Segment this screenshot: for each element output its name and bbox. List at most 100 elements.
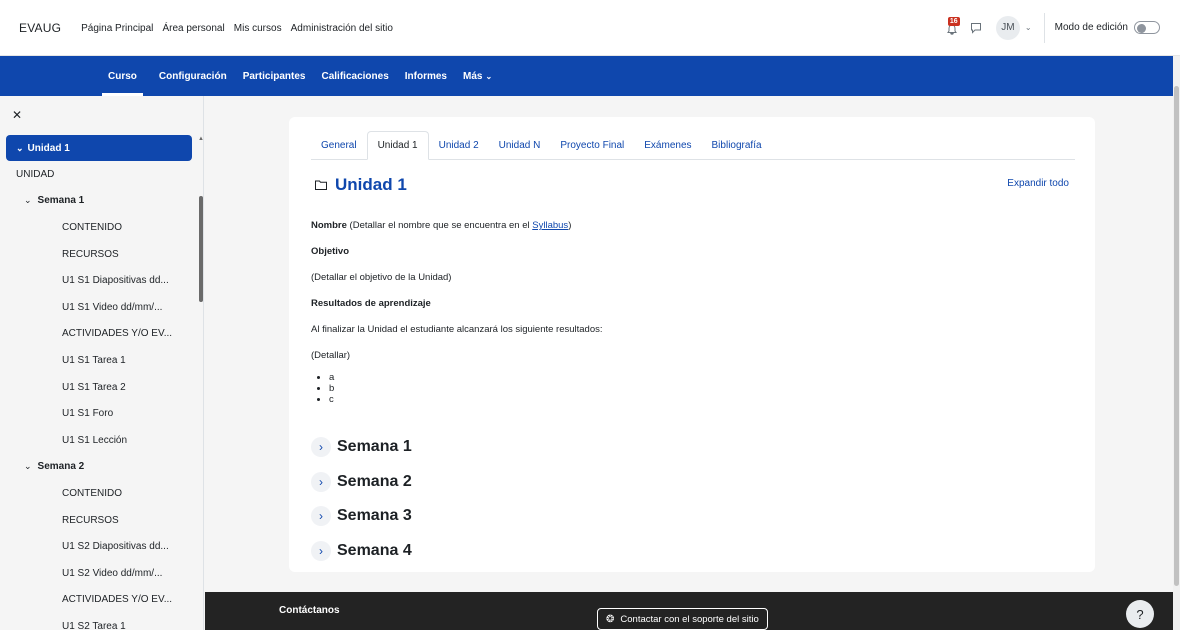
list-item: a [329,372,1071,383]
course-index-item[interactable]: U1 S1 Foro [6,400,192,427]
page-title: Unidad 1 [335,175,407,194]
help-button[interactable]: ? [1126,600,1154,628]
resultados-heading: Resultados de aprendizaje [311,298,1071,310]
user-tools: 16 JM ⌄ Modo de edición [946,12,1160,43]
primary-navigation: Página Principal Área personal Mis curso… [81,22,399,34]
divider [1043,12,1045,43]
drawer-scrollbar[interactable] [199,196,203,302]
nav-home-link[interactable]: Página Principal [81,23,153,34]
folder-icon [315,180,327,190]
course-index-week[interactable]: ⌄ Semana 2 [6,454,192,481]
course-index-item[interactable]: U1 S1 Video dd/mm/... [6,294,192,321]
nav-site-admin-link[interactable]: Administración del sitio [291,23,393,34]
chevron-down-icon[interactable]: ⌄ [1025,23,1032,32]
course-index-item[interactable]: U1 S1 Diapositivas dd... [6,267,192,294]
course-secondary-nav: Curso Configuración Participantes Califi… [0,56,1173,96]
course-index-item[interactable]: RECURSOS [6,241,192,268]
course-index-item[interactable]: U1 S2 Tarea 1 [6,613,192,630]
chevron-down-icon: ⌄ [485,71,493,81]
chevron-right-icon[interactable]: › [311,540,331,561]
chevron-right-icon[interactable]: › [311,437,331,458]
week-title: Semana 2 [37,461,85,473]
resultados-label: Resultados de aprendizaje [311,298,431,309]
site-brand[interactable]: EVAUG [19,21,61,35]
top-navbar: EVAUG Página Principal Área personal Mis… [0,0,1180,56]
tab-unidad-n[interactable]: Unidad N [489,131,551,160]
tab-examenes[interactable]: Exámenes [634,131,701,160]
footer-contact-title: Contáctanos [279,605,340,616]
course-index-item[interactable]: UNIDAD [6,161,192,188]
nombre-text: (Detallar el nombre que se encuentra en … [346,220,533,231]
tab-more[interactable]: Más ⌄ [463,56,492,96]
tab-settings[interactable]: Configuración [159,56,227,96]
week-title: Semana 1 [37,195,85,207]
more-label: Más [463,70,483,82]
course-index-unit-active[interactable]: ⌄ Unidad 1 [6,135,192,161]
course-index-list: ⌄ Unidad 1 UNIDAD ⌄ Semana 1 CONTENIDO R… [6,135,192,630]
lifebuoy-icon: ❂ [606,613,615,625]
chevron-down-icon: ⌄ [24,195,32,206]
section-heading: Unidad 1 [315,175,407,195]
notification-count-badge: 16 [947,16,960,26]
course-index-item[interactable]: ACTIVIDADES Y/O EV... [6,587,192,614]
course-index-week[interactable]: ⌄ Semana 1 [6,188,192,215]
tab-general[interactable]: General [311,131,367,160]
tab-proyecto-final[interactable]: Proyecto Final [550,131,634,160]
user-avatar[interactable]: JM [995,15,1020,40]
course-index-item[interactable]: CONTENIDO [6,214,192,241]
edit-mode-toggle[interactable] [1134,21,1160,34]
week-section-toggle[interactable]: › Semana 1 [311,430,412,465]
course-index-item[interactable]: RECURSOS [6,507,192,534]
scroll-up-icon[interactable]: ▲ [198,136,203,142]
tab-participants[interactable]: Participantes [243,56,306,96]
nombre-close: ) [568,220,572,231]
chevron-right-icon[interactable]: › [311,471,331,492]
nav-my-courses-link[interactable]: Mis cursos [234,23,282,34]
objetivo-label: Objetivo [311,246,350,257]
course-index-item[interactable]: U1 S1 Tarea 1 [6,347,192,374]
nav-personal-area-link[interactable]: Área personal [162,23,224,34]
notifications-button[interactable]: 16 [946,16,962,36]
page-scrollbar[interactable] [1173,56,1180,630]
section-tabs: General Unidad 1 Unidad 2 Unidad N Proye… [311,131,1075,160]
course-index-item[interactable]: ACTIVIDADES Y/O EV... [6,321,192,348]
outcomes-list: a b c [329,372,1071,405]
tab-unidad-2[interactable]: Unidad 2 [429,131,489,160]
messages-icon[interactable] [970,22,982,34]
close-icon[interactable]: ✕ [12,108,22,122]
tab-grades[interactable]: Calificaciones [322,56,389,96]
nombre-label: Nombre [311,220,347,231]
detallar-text: (Detallar) [311,350,351,361]
section-summary: Nombre (Detallar el nombre que se encuen… [311,220,1071,405]
unit-title: Unidad 1 [27,142,70,154]
list-item: b [329,383,1071,394]
week-section-toggle[interactable]: › Semana 3 [311,499,412,534]
tab-reports[interactable]: Informes [405,56,447,96]
week-section-toggle[interactable]: › Semana 4 [311,534,412,569]
week-title: Semana 4 [337,541,412,559]
week-section-toggle[interactable]: › Semana 2 [311,465,412,500]
tab-bibliografia[interactable]: Bibliografía [702,131,772,160]
week-sections: › Semana 1 › Semana 2 › Semana 3 › Seman… [311,430,412,568]
course-index-item[interactable]: CONTENIDO [6,480,192,507]
chevron-right-icon[interactable]: › [311,506,331,527]
course-index-drawer: ✕ ▲ ⌄ Unidad 1 UNIDAD ⌄ Semana 1 CONTENI… [0,96,204,630]
expand-all-link[interactable]: Expandir todo [1007,178,1069,189]
course-index-item[interactable]: U1 S1 Tarea 2 [6,374,192,401]
tab-course[interactable]: Curso [102,56,143,96]
support-button-label: Contactar con el soporte del sitio [620,613,759,625]
chevron-down-icon: ⌄ [24,461,32,472]
objetivo-heading: Objetivo [311,246,1071,258]
course-index-item[interactable]: U1 S1 Lección [6,427,192,454]
scrollbar-thumb[interactable] [1174,86,1179,586]
contact-support-button[interactable]: ❂ Contactar con el soporte del sitio [597,608,768,630]
tab-unidad-1[interactable]: Unidad 1 [366,131,429,160]
syllabus-link[interactable]: Syllabus [532,220,568,231]
chevron-down-icon: ⌄ [16,142,24,153]
week-title: Semana 3 [337,507,412,525]
course-index-item[interactable]: U1 S2 Video dd/mm/... [6,560,192,587]
page-footer: Contáctanos ❂ Contactar con el soporte d… [205,592,1173,630]
course-content-card: General Unidad 1 Unidad 2 Unidad N Proye… [289,117,1095,572]
course-index-item[interactable]: U1 S2 Diapositivas dd... [6,533,192,560]
edit-mode-label: Modo de edición [1054,22,1128,33]
